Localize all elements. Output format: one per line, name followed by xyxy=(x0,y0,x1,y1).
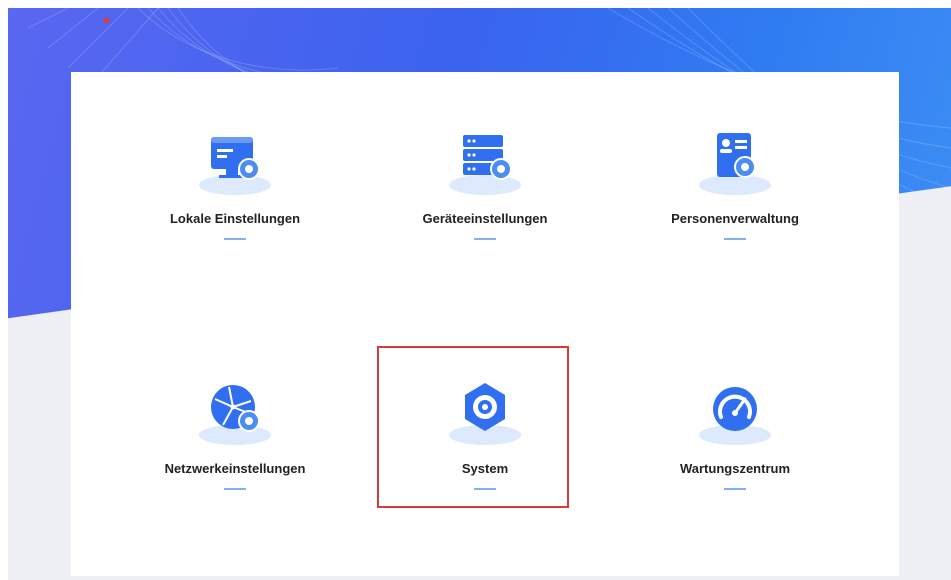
tile-label: Wartungszentrum xyxy=(679,461,791,476)
tile-underline xyxy=(724,238,746,240)
tile-netzwerkeinstellungen[interactable]: Netzwerkeinstellungen xyxy=(125,377,345,527)
speedometer-icon xyxy=(693,377,777,453)
hexagon-gear-icon xyxy=(443,377,527,453)
tile-label: Lokale Einstellungen xyxy=(169,211,301,226)
globe-gear-icon xyxy=(193,377,277,453)
tile-underline xyxy=(224,238,246,240)
settings-panel: Lokale Einstellungen Geräteeinstellungen xyxy=(71,72,899,576)
tile-underline xyxy=(724,488,746,490)
tile-system[interactable]: System xyxy=(375,377,595,527)
tile-underline xyxy=(474,488,496,490)
tile-wartungszentrum[interactable]: Wartungszentrum xyxy=(625,377,845,527)
server-gear-icon xyxy=(443,127,527,203)
id-card-gear-icon xyxy=(693,127,777,203)
tile-label: System xyxy=(461,461,509,476)
red-marker xyxy=(104,18,109,23)
monitor-gear-icon xyxy=(193,127,277,203)
app-frame: Lokale Einstellungen Geräteeinstellungen xyxy=(8,8,951,580)
tile-label: Netzwerkeinstellungen xyxy=(164,461,306,476)
tile-underline xyxy=(224,488,246,490)
tile-personenverwaltung[interactable]: Personenverwaltung xyxy=(625,127,845,277)
tile-label: Geräteeinstellungen xyxy=(422,211,548,226)
tile-geraeteeinstellungen[interactable]: Geräteeinstellungen xyxy=(375,127,595,277)
tile-label: Personenverwaltung xyxy=(671,211,799,226)
tile-underline xyxy=(474,238,496,240)
tile-lokale-einstellungen[interactable]: Lokale Einstellungen xyxy=(125,127,345,277)
